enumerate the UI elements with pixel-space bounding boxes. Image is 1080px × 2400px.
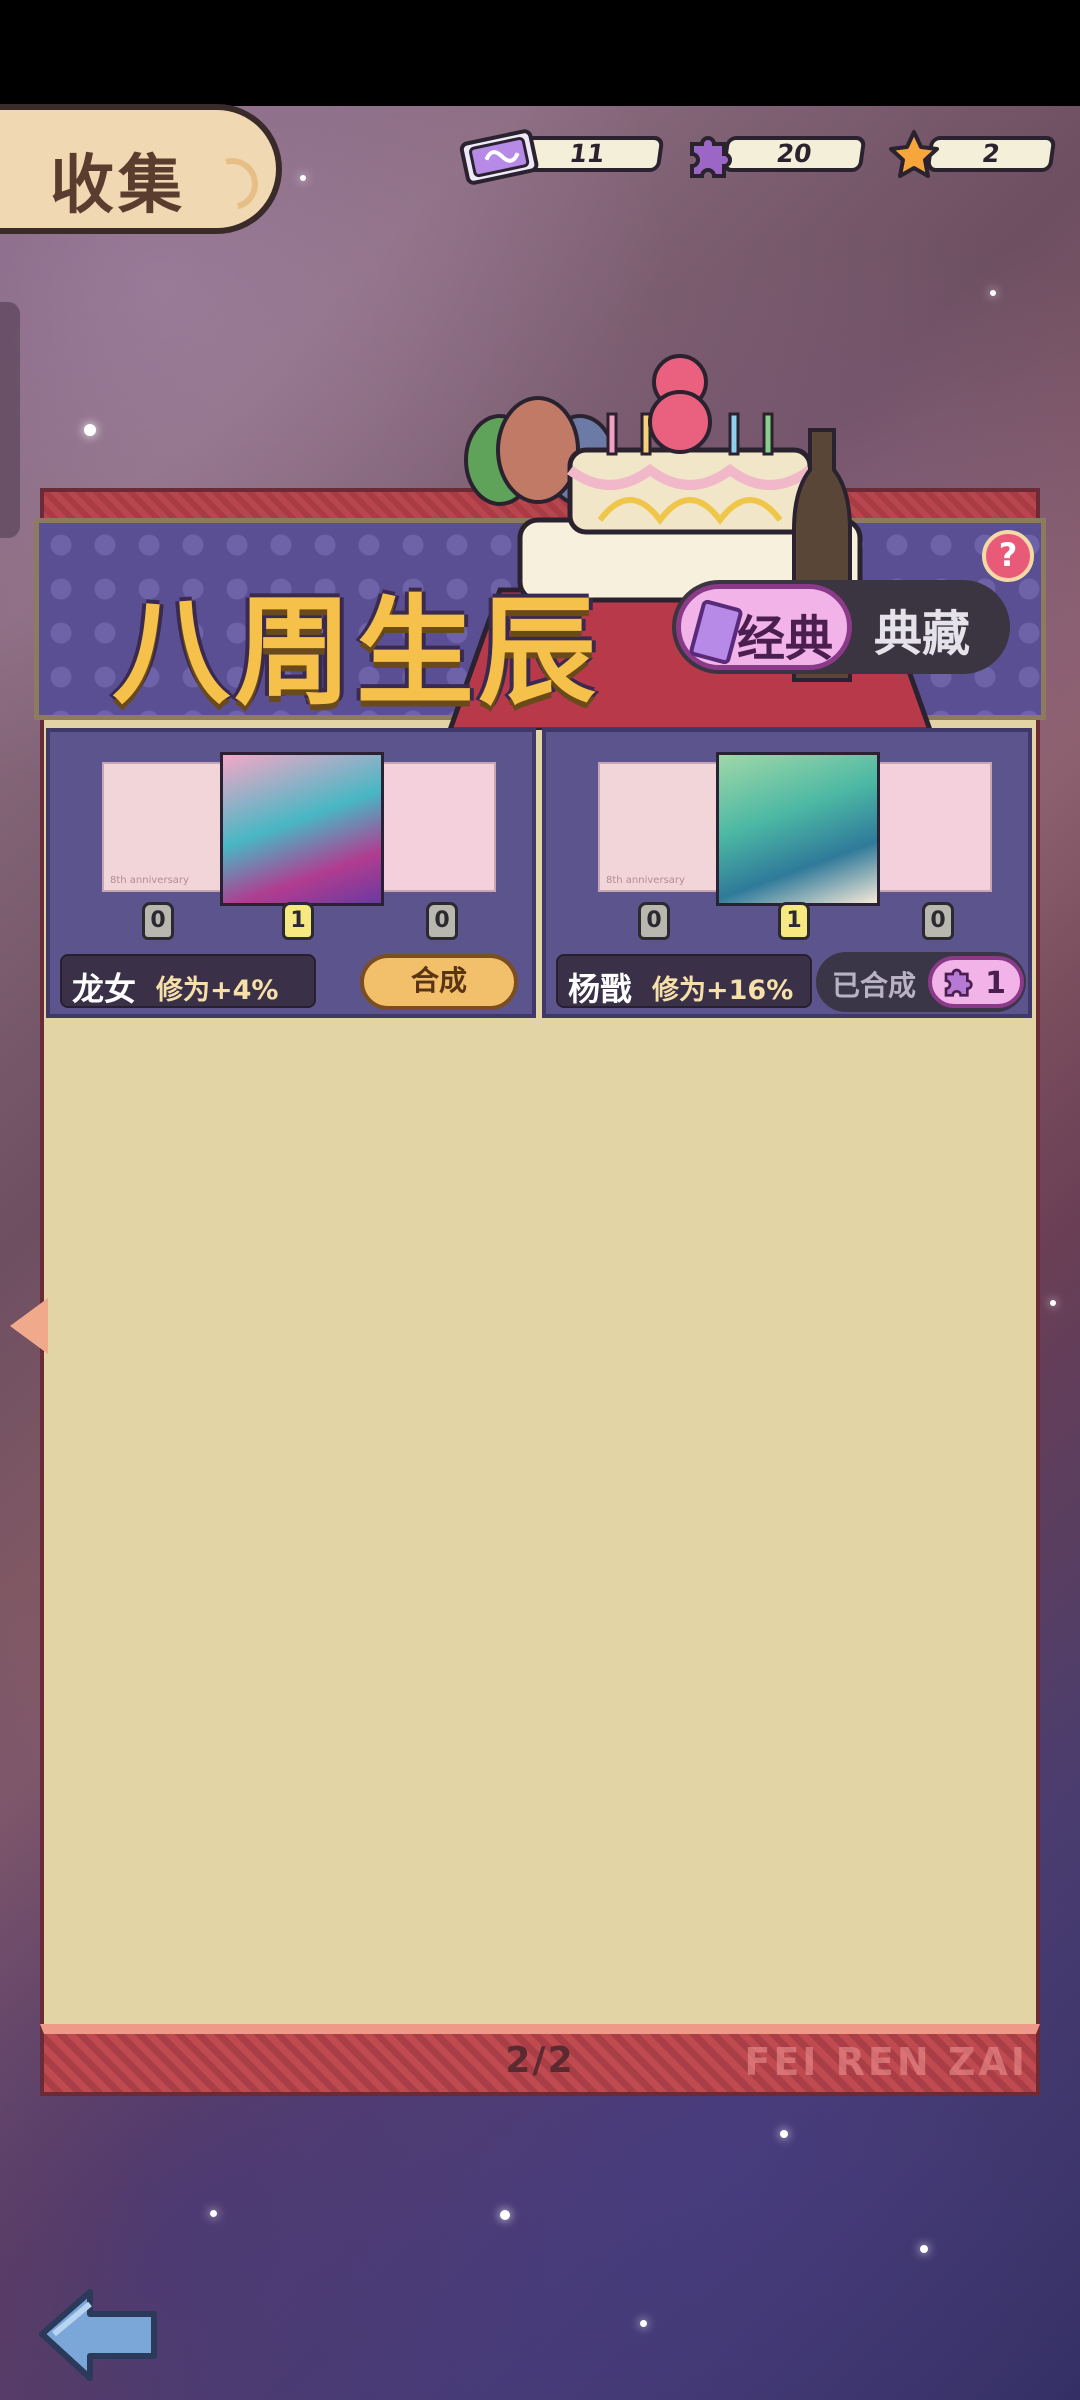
tab-classic[interactable]: 经典 [676, 584, 852, 670]
merge-button[interactable]: 合成 [360, 954, 518, 1010]
card-bonus: 修为+4% [156, 975, 279, 1006]
resource-tickets[interactable]: 11 [456, 129, 665, 185]
resource-stars-count: 2 [925, 136, 1057, 172]
piece-slot-3: 0 [922, 902, 954, 940]
resource-puzzle-count: 20 [721, 136, 867, 172]
card-name-box: 杨戬 修为+16% [556, 954, 812, 1008]
piece-slot-2: 1 [778, 902, 810, 940]
tab-classic-label: 经典 [737, 611, 834, 667]
resource-puzzle[interactable]: 20 [680, 132, 867, 178]
resource-stars[interactable]: 2 [884, 130, 1057, 178]
merged-count-badge: 1 [928, 956, 1024, 1008]
merged-count: 1 [985, 966, 1006, 1001]
card-yangjian[interactable]: 8th anniversary 0 1 0 杨戬 修为+16% 已合成 1 [542, 728, 1032, 1018]
merged-status: 已合成 1 [816, 952, 1026, 1012]
merged-label: 已合成 [832, 969, 917, 1002]
card-longnu[interactable]: 8th anniversary 0 1 0 龙女 修为+4% 合成 [46, 728, 536, 1018]
tab-collection[interactable]: 典藏 [874, 594, 970, 664]
card-artwork: 8th anniversary [598, 752, 992, 906]
card-name: 龙女 [72, 970, 137, 1008]
piece-slot-3: 0 [426, 902, 458, 940]
sparkle [1050, 1300, 1056, 1306]
card-name-box: 龙女 修为+4% [60, 954, 316, 1008]
sparkle [84, 424, 96, 436]
sparkle [780, 2130, 788, 2138]
puzzle-piece-icon [690, 136, 732, 178]
ticket-icon [459, 129, 539, 185]
page-title-tab: 收集 [0, 104, 282, 234]
back-arrow-icon[interactable] [34, 2284, 164, 2384]
side-drawer-handle[interactable] [0, 302, 20, 538]
sparkle [300, 175, 306, 181]
sparkle [500, 2210, 510, 2220]
piece-slot-1: 0 [638, 902, 670, 940]
event-title: 八周生辰 [112, 583, 601, 721]
character-portrait [716, 752, 880, 906]
sparkle [640, 2320, 647, 2327]
sparkle [990, 290, 996, 296]
sparkle [210, 2210, 217, 2217]
page-title: 收集 [50, 149, 186, 223]
puzzle-piece-icon [944, 968, 973, 997]
card-artwork: 8th anniversary [102, 752, 496, 906]
card-bonus: 修为+16% [652, 975, 794, 1006]
previous-page-arrow-icon[interactable] [10, 1298, 48, 1354]
sparkle [920, 2245, 928, 2253]
help-button[interactable]: ? [982, 530, 1034, 582]
ticket-icon [688, 598, 744, 666]
art-caption: 8th anniversary [110, 875, 189, 886]
character-portrait [220, 752, 384, 906]
card-name: 杨戬 [568, 970, 633, 1008]
art-caption: 8th anniversary [606, 875, 685, 886]
watermark: FEI REN ZAI [744, 2040, 1028, 2084]
star-icon [889, 130, 939, 178]
piece-slot-1: 0 [142, 902, 174, 940]
status-bar [0, 0, 1080, 106]
piece-slot-2: 1 [282, 902, 314, 940]
swirl-ornament-icon [196, 148, 268, 220]
